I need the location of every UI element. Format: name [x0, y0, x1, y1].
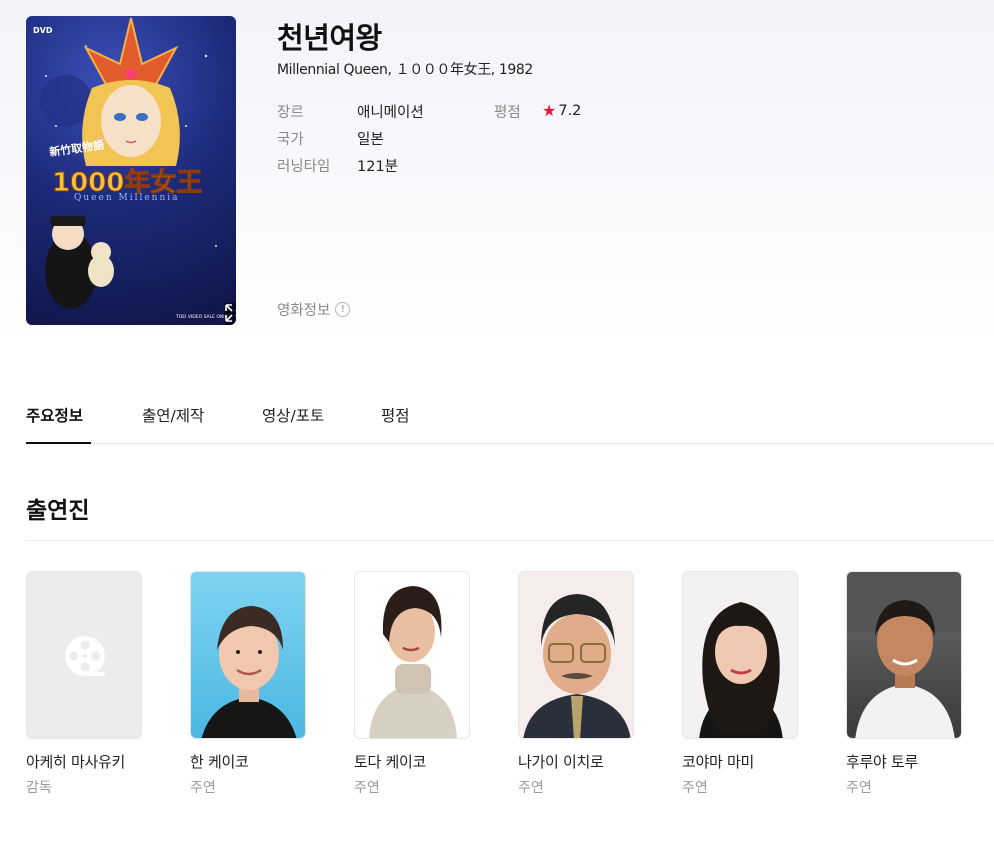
tab-cast-crew[interactable]: 출연/제작 — [142, 404, 204, 426]
movie-info-link[interactable]: 영화정보 ! — [277, 299, 351, 320]
runtime-label: 러닝타임 — [277, 159, 331, 175]
movie-subtitle: Millennial Queen, １０００年女王, 1982 — [277, 62, 533, 78]
film-reel-icon — [65, 636, 105, 676]
expand-arrows-icon — [225, 304, 236, 322]
rating-value-group: ★ 7.2 — [542, 101, 581, 120]
rating-value: 7.2 — [558, 102, 582, 119]
cast-card[interactable]: 코야마 마미 주연 — [682, 571, 798, 797]
portrait-image — [699, 602, 783, 738]
star-icon: ★ — [542, 101, 557, 120]
cast-photo[interactable] — [846, 571, 962, 739]
cast-photo[interactable] — [682, 571, 798, 739]
cast-role: 주연 — [354, 780, 380, 796]
cast-name[interactable]: 토다 케이코 — [354, 751, 470, 772]
movie-poster[interactable]: 新竹取物語 1000年女王 Queen Millennia DVD TOEI V… — [26, 16, 236, 325]
tab-main-info[interactable]: 주요정보 — [26, 404, 83, 426]
cast-card[interactable]: 나가이 이치로 주연 — [518, 571, 634, 797]
poster-artwork: 新竹取物語 1000年女王 Queen Millennia DVD TOEI V… — [33, 17, 228, 320]
active-tab-indicator — [26, 442, 91, 444]
runtime-value: 121분 — [357, 159, 399, 175]
portrait-image — [523, 594, 631, 738]
section-divider — [26, 540, 994, 541]
genre-label: 장르 — [277, 105, 304, 121]
portrait-image — [847, 572, 961, 738]
cast-section-title: 출연진 — [26, 498, 90, 524]
portrait-image — [369, 586, 457, 738]
cast-photo[interactable] — [354, 571, 470, 739]
svg-text:Queen Millennia: Queen Millennia — [74, 193, 180, 203]
country-value: 일본 — [357, 132, 384, 148]
cast-card[interactable]: 한 케이코 주연 — [190, 571, 306, 797]
cast-name[interactable]: 한 케이코 — [190, 751, 306, 772]
cast-card[interactable]: 아케히 마사유키 감독 — [26, 571, 142, 797]
cast-name[interactable]: 코야마 마미 — [682, 751, 798, 772]
country-label: 국가 — [277, 132, 304, 148]
portrait-image — [201, 606, 297, 738]
cast-card[interactable]: 후루야 토루 주연 — [846, 571, 962, 797]
tab-bar: 주요정보 출연/제작 영상/포토 평점 — [26, 396, 994, 444]
cast-photo[interactable] — [518, 571, 634, 739]
genre-value: 애니메이션 — [357, 105, 424, 121]
movie-info-label: 영화정보 — [277, 303, 331, 319]
cast-role: 감독 — [26, 780, 52, 796]
cast-name[interactable]: 아케히 마사유키 — [26, 751, 142, 772]
svg-text:DVD: DVD — [33, 26, 53, 35]
cast-photo-placeholder[interactable] — [26, 571, 142, 739]
movie-title: 천년여왕 — [277, 21, 382, 55]
tab-video-photo[interactable]: 영상/포토 — [262, 404, 324, 426]
svg-text:TOEI VIDEO SALE ONLY: TOEI VIDEO SALE ONLY — [175, 314, 228, 320]
cast-name[interactable]: 나가이 이치로 — [518, 751, 634, 772]
cast-role: 주연 — [518, 780, 544, 796]
expand-poster-button[interactable] — [224, 303, 236, 325]
tab-reviews[interactable]: 평점 — [381, 404, 410, 426]
cast-role: 주연 — [190, 780, 216, 796]
info-circle-icon[interactable]: ! — [335, 302, 351, 317]
cast-role: 주연 — [846, 780, 872, 796]
rating-label: 평점 — [494, 105, 521, 121]
cast-photo[interactable] — [190, 571, 306, 739]
cast-card[interactable]: 토다 케이코 주연 — [354, 571, 470, 797]
cast-role: 주연 — [682, 780, 708, 796]
cast-name[interactable]: 후루야 토루 — [846, 751, 962, 772]
